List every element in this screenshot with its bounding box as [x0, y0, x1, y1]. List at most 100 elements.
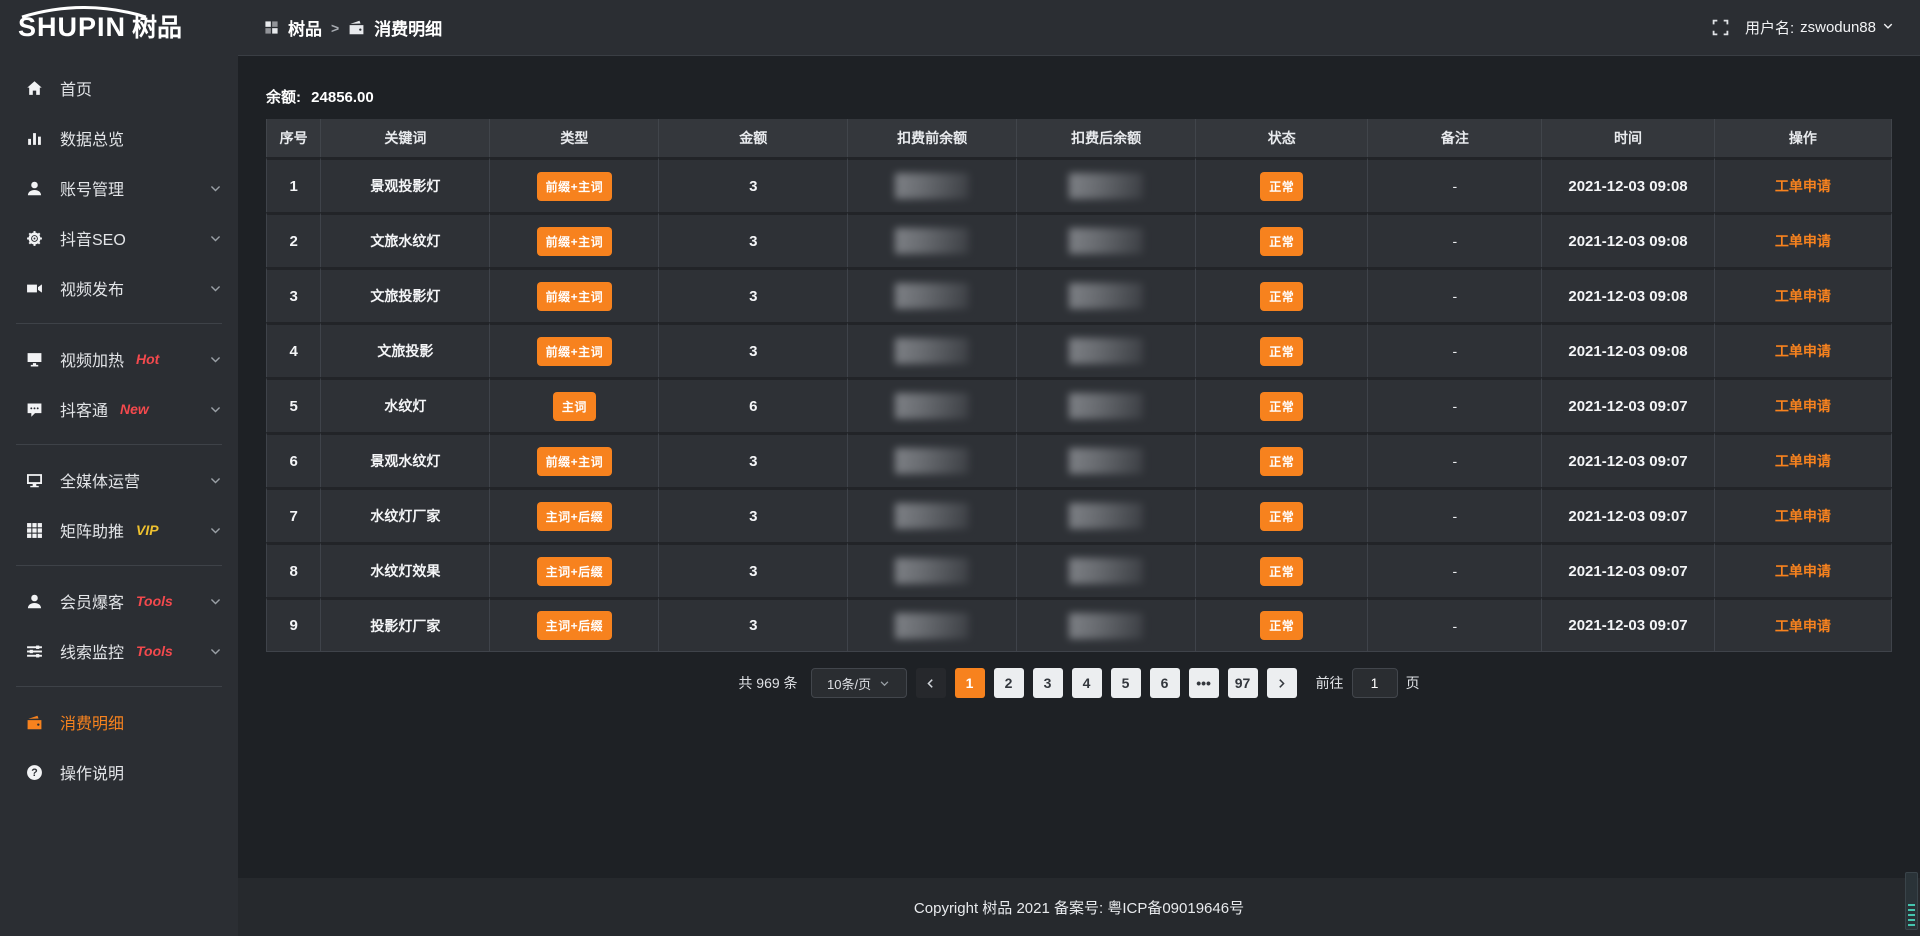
topbar: 树品 > 消费明细 用户名: zswodun88 [238, 0, 1920, 56]
cell-balance-before-masked [848, 432, 1017, 487]
username: zswodun88 [1800, 19, 1876, 36]
page-ellipsis-button[interactable]: ••• [1189, 668, 1219, 698]
floating-widget-stripes [1908, 904, 1915, 926]
page-button-2[interactable]: 2 [994, 668, 1024, 698]
breadcrumb: 树品 > 消费明细 [264, 15, 442, 40]
balance: 余额: 24856.00 [266, 86, 1892, 107]
sidebar-item-clue-monitor[interactable]: 线索监控Tools [0, 626, 238, 676]
type-badge: 前缀+主词 [537, 172, 613, 201]
cell-amount: 3 [659, 322, 848, 377]
cell-balance-after-masked [1017, 377, 1196, 432]
sidebar-divider [16, 686, 222, 687]
cell-balance-after-masked [1017, 542, 1196, 597]
work-order-link[interactable]: 工单申请 [1775, 508, 1831, 524]
masked-value [1069, 393, 1143, 419]
sidebar-item-label: 首页 [60, 76, 92, 100]
table-row: 6景观水纹灯前缀+主词3正常-2021-12-03 09:07工单申请 [266, 432, 1892, 487]
cell-keyword: 景观投影灯 [321, 157, 490, 212]
work-order-link[interactable]: 工单申请 [1775, 618, 1831, 634]
work-order-link[interactable]: 工单申请 [1775, 178, 1831, 194]
cell-type: 前缀+主词 [490, 157, 659, 212]
work-order-link[interactable]: 工单申请 [1775, 343, 1831, 359]
sidebar-item-label: 抖音SEO [60, 226, 126, 250]
cell-type: 前缀+主词 [490, 212, 659, 267]
svg-text:?: ? [31, 767, 37, 779]
cell-amount: 3 [659, 487, 848, 542]
type-badge: 主词+后缀 [537, 502, 613, 531]
page-button-1[interactable]: 1 [955, 668, 985, 698]
page-button-5[interactable]: 5 [1111, 668, 1141, 698]
sidebar-nav: 首页数据总览账号管理抖音SEO 视频发布视频加热Hot抖客通New 全媒体运营矩阵助… [0, 47, 238, 936]
cell-index: 1 [266, 157, 321, 212]
table-row: 7水纹灯厂家主词+后缀3正常-2021-12-03 09:07工单申请 [266, 487, 1892, 542]
user-dropdown[interactable]: 用户名: zswodun88 [1745, 17, 1894, 38]
wallet-icon [348, 19, 365, 36]
type-badge: 前缀+主词 [537, 337, 613, 366]
fullscreen-icon[interactable] [1712, 19, 1729, 36]
chevron-down-icon [209, 282, 222, 295]
cell-type: 前缀+主词 [490, 432, 659, 487]
cell-balance-after-masked [1017, 487, 1196, 542]
cell-type: 前缀+主词 [490, 267, 659, 322]
cell-status: 正常 [1196, 597, 1368, 652]
video-camera-icon [26, 279, 46, 297]
sidebar-item-matrix-boost[interactable]: 矩阵助推VIP [0, 505, 238, 555]
chevron-down-icon [209, 353, 222, 366]
sidebar-item-douketong[interactable]: 抖客通New [0, 384, 238, 434]
page-button-97[interactable]: 97 [1228, 668, 1258, 698]
sidebar-item-badge: Hot [136, 351, 159, 367]
table-row: 9投影灯厂家主词+后缀3正常-2021-12-03 09:07工单申请 [266, 597, 1892, 652]
sidebar-item-operation-guide[interactable]: ?操作说明 [0, 747, 238, 797]
cell-index: 8 [266, 542, 321, 597]
sidebar-item-account-management[interactable]: 账号管理 [0, 163, 238, 213]
cell-time: 2021-12-03 09:08 [1542, 212, 1714, 267]
cell-amount: 6 [659, 377, 848, 432]
work-order-link[interactable]: 工单申请 [1775, 288, 1831, 304]
work-order-link[interactable]: 工单申请 [1775, 398, 1831, 414]
prev-page-button[interactable] [916, 668, 946, 698]
column-header-0: 序号 [266, 119, 321, 157]
work-order-link[interactable]: 工单申请 [1775, 563, 1831, 579]
breadcrumb-item-current[interactable]: 消费明细 [374, 15, 442, 40]
page-button-6[interactable]: 6 [1150, 668, 1180, 698]
sidebar-item-douyin-seo[interactable]: 抖音SEO [0, 213, 238, 263]
cell-keyword: 文旅水纹灯 [321, 212, 490, 267]
sidebar-item-video-heating[interactable]: 视频加热Hot [0, 334, 238, 384]
cell-action: 工单申请 [1715, 377, 1892, 432]
cell-type: 主词 [490, 377, 659, 432]
sidebar-item-media-operation[interactable]: 全媒体运营 [0, 455, 238, 505]
goto-page-input[interactable] [1352, 668, 1398, 698]
work-order-link[interactable]: 工单申请 [1775, 453, 1831, 469]
table-row: 5水纹灯主词6正常-2021-12-03 09:07工单申请 [266, 377, 1892, 432]
floating-widget[interactable] [1905, 872, 1918, 930]
cell-status: 正常 [1196, 267, 1368, 322]
cell-balance-before-masked [848, 542, 1017, 597]
cell-balance-before-masked [848, 267, 1017, 322]
column-header-1: 关键词 [321, 119, 490, 157]
cell-keyword: 文旅投影灯 [321, 267, 490, 322]
page-button-3[interactable]: 3 [1033, 668, 1063, 698]
balance-value: 24856.00 [311, 89, 374, 106]
cell-keyword: 水纹灯效果 [321, 542, 490, 597]
page-size-select[interactable]: 10条/页 [811, 668, 907, 698]
status-badge: 正常 [1260, 392, 1303, 421]
sidebar-item-consumption-detail[interactable]: 消费明细 [0, 697, 238, 747]
logo-arc [18, 6, 150, 18]
apps-icon [264, 20, 279, 35]
masked-value [895, 228, 969, 254]
sidebar-item-data-overview[interactable]: 数据总览 [0, 113, 238, 163]
sidebar-item-home[interactable]: 首页 [0, 63, 238, 113]
work-order-link[interactable]: 工单申请 [1775, 233, 1831, 249]
sidebar-item-video-publish[interactable]: 视频发布 [0, 263, 238, 313]
next-page-button[interactable] [1267, 668, 1297, 698]
cell-keyword: 投影灯厂家 [321, 597, 490, 652]
page-button-4[interactable]: 4 [1072, 668, 1102, 698]
sidebar-item-label: 数据总览 [60, 126, 124, 150]
masked-value [1069, 338, 1143, 364]
cell-amount: 3 [659, 212, 848, 267]
grid-icon [26, 521, 46, 539]
breadcrumb-item-home[interactable]: 树品 [288, 15, 322, 40]
cell-balance-before-masked [848, 597, 1017, 652]
cell-action: 工单申请 [1715, 212, 1892, 267]
sidebar-item-member-leads[interactable]: 会员爆客Tools [0, 576, 238, 626]
